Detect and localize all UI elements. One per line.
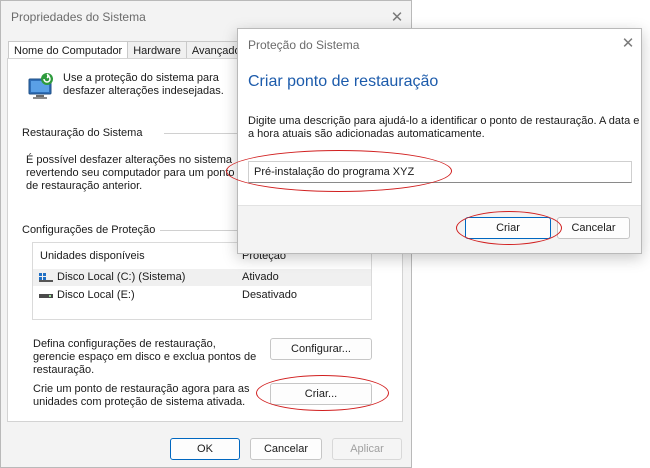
system-protection-dialog: Proteção do Sistema ✕ Criar ponto de res… (237, 28, 642, 254)
drive-status: Ativado (242, 271, 279, 283)
dialog-title: Proteção do Sistema (248, 38, 360, 52)
apply-button[interactable]: Aplicar (332, 438, 402, 460)
configure-description: Defina configurações de restauração, ger… (33, 338, 257, 376)
close-icon[interactable]: ✕ (616, 33, 640, 53)
list-item[interactable]: Disco Local (C:) (Sistema) Ativado (33, 269, 371, 286)
cancel-button[interactable]: Cancelar (557, 217, 630, 239)
create-restore-point-button[interactable]: Criar... (270, 383, 372, 405)
windows-drive-icon (39, 273, 53, 282)
section-divider (164, 133, 244, 134)
drive-name: Disco Local (E:) (57, 289, 135, 301)
column-header-drives[interactable]: Unidades disponíveis (40, 250, 145, 262)
restore-description: É possível desfazer alterações no sistem… (26, 154, 235, 192)
restore-point-description-input[interactable] (248, 161, 632, 183)
configure-button[interactable]: Configurar... (270, 338, 372, 360)
protection-section-label: Configurações de Proteção (22, 224, 156, 236)
dialog-heading: Criar ponto de restauração (248, 73, 439, 90)
intro-text: Use a proteção do sistema para desfazer … (63, 72, 224, 97)
ok-button[interactable]: OK (170, 438, 240, 460)
window-title: Propriedades do Sistema (11, 10, 146, 24)
restore-section-label: Restauração do Sistema (22, 127, 143, 139)
drive-status: Desativado (242, 289, 298, 301)
section-divider (160, 230, 242, 231)
system-protection-icon (28, 73, 53, 99)
dialog-description: Digite uma descrição para ajudá-lo a ide… (248, 115, 640, 140)
cancel-button[interactable]: Cancelar (250, 438, 322, 460)
drive-icon (39, 294, 53, 298)
list-item[interactable]: Disco Local (E:) Desativado (33, 287, 371, 304)
create-button[interactable]: Criar (465, 217, 551, 239)
close-icon[interactable]: ✕ (385, 7, 409, 27)
drive-name: Disco Local (C:) (Sistema) (57, 271, 186, 283)
dialog-footer: Criar Cancelar (238, 205, 641, 253)
create-description: Crie um ponto de restauração agora para … (33, 383, 250, 408)
